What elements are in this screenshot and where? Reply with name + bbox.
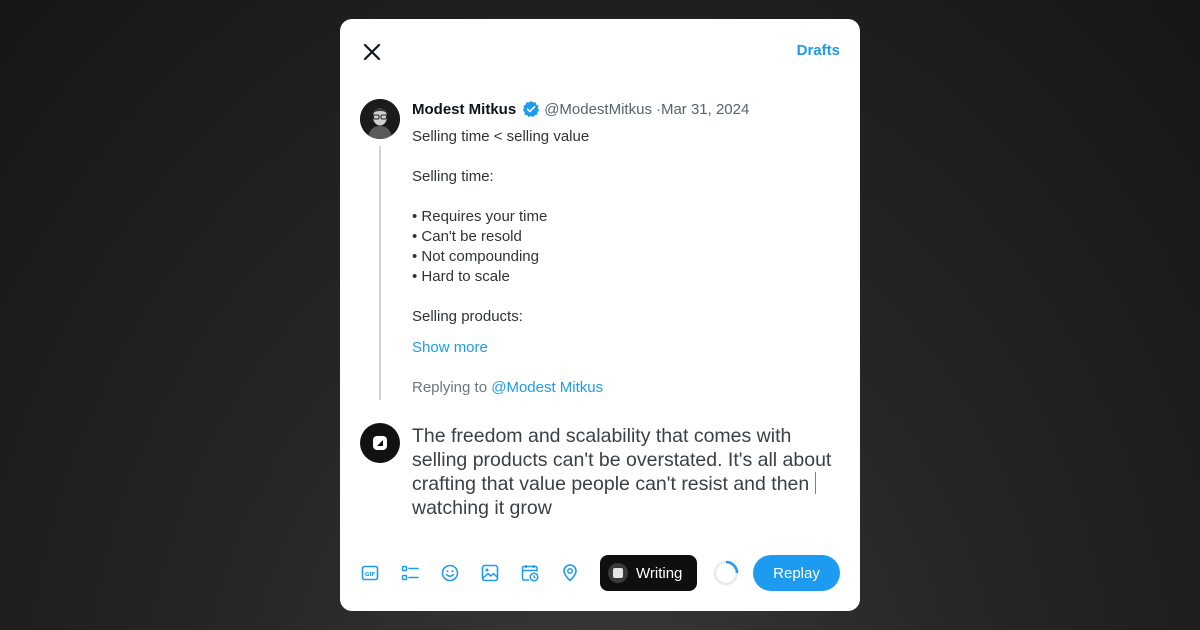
gif-icon: GIF: [361, 565, 379, 581]
author-avatar[interactable]: [360, 99, 400, 139]
tweet-header: Modest Mitkus @ModestMitkus ·Mar 31, 202…: [412, 99, 749, 119]
poll-icon: [401, 565, 419, 581]
tweet-date[interactable]: ·Mar 31, 2024: [656, 101, 749, 118]
image-button[interactable]: [480, 563, 500, 583]
drafts-button[interactable]: Drafts: [797, 42, 840, 59]
svg-text:GIF: GIF: [365, 572, 376, 578]
tweet-line: Selling time:: [412, 168, 494, 185]
image-icon: [481, 564, 499, 582]
verified-badge-icon: [522, 100, 540, 118]
schedule-button[interactable]: [520, 563, 540, 583]
thread-line: [379, 146, 381, 400]
location-button[interactable]: [560, 563, 580, 583]
tweet-line: • Not compounding: [412, 248, 539, 265]
author-handle[interactable]: @ModestMitkus: [544, 101, 652, 118]
writing-stop-button[interactable]: Writing: [600, 555, 697, 591]
replying-to: Replying to @Modest Mitkus: [412, 379, 603, 396]
location-icon: [563, 564, 577, 582]
reply-text-before-caret: The freedom and scalability that comes w…: [412, 425, 832, 495]
author-name[interactable]: Modest Mitkus: [412, 101, 516, 118]
poll-button[interactable]: [400, 563, 420, 583]
reply-textarea[interactable]: The freedom and scalability that comes w…: [412, 424, 842, 520]
schedule-icon: [521, 565, 539, 582]
tweet-line: • Can't be resold: [412, 228, 522, 245]
replying-prefix: Replying to: [412, 379, 488, 396]
close-button[interactable]: [360, 40, 384, 64]
emoji-icon: [441, 564, 459, 582]
tweet-line: Selling time < selling value: [412, 128, 590, 145]
compose-toolbar: GIF: [360, 563, 600, 583]
text-caret: [814, 472, 816, 494]
replying-mention-link[interactable]: @Modest Mitkus: [491, 379, 603, 396]
user-avatar[interactable]: [360, 423, 400, 463]
reply-button[interactable]: Replay: [753, 555, 840, 591]
gif-button[interactable]: GIF: [360, 563, 380, 583]
tweet-body: Selling time < selling value Selling tim…: [412, 127, 832, 327]
character-count-ring: [712, 559, 740, 587]
tweet-line: • Hard to scale: [412, 268, 510, 285]
reply-text-after-caret: watching it grow: [412, 497, 552, 519]
writing-label: Writing: [636, 564, 683, 582]
close-icon: [363, 43, 381, 61]
stop-icon: [608, 563, 628, 583]
progress-ring-icon: [713, 560, 739, 586]
emoji-button[interactable]: [440, 563, 460, 583]
show-more-link[interactable]: Show more: [412, 339, 488, 356]
tweet-line: Selling products:: [412, 308, 523, 325]
tweet-line: • Requires your time: [412, 208, 548, 225]
